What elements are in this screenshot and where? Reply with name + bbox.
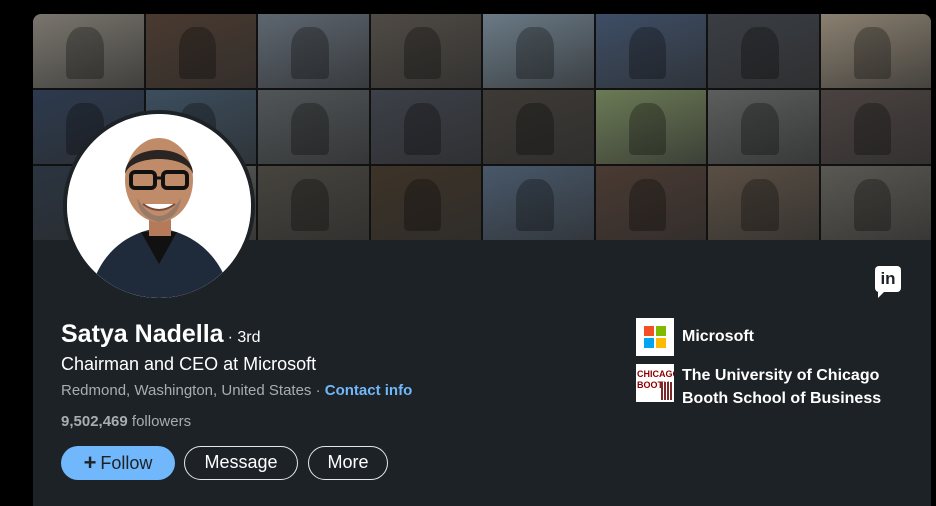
message-button[interactable]: Message — [184, 446, 298, 480]
banner-photo-tile — [820, 166, 931, 240]
banner-photo-tile — [820, 14, 931, 88]
logo-square-green — [656, 326, 666, 336]
follow-label: Follow — [100, 453, 153, 473]
separator-dot: · — [315, 382, 321, 399]
logo-square-blue — [644, 338, 654, 348]
banner-photo-tile — [370, 90, 481, 164]
banner-photo-tile — [595, 90, 706, 164]
profile-name: Satya Nadella — [61, 320, 224, 348]
logo-text-chicago: CHICAGO — [637, 369, 674, 379]
chicago-booth-logo: CHICAGO BOOTH — [636, 364, 674, 402]
current-company[interactable]: Microsoft — [636, 318, 754, 356]
plus-icon: + — [83, 450, 97, 475]
profile-card: in Satya Nadella · 3rd Chairman and CEO a… — [33, 14, 931, 506]
more-button[interactable]: More — [308, 446, 388, 480]
banner-photo-tile — [370, 14, 481, 88]
banner-photo-tile — [258, 90, 369, 164]
linkedin-icon: in — [875, 266, 901, 298]
contact-info-link[interactable]: Contact info — [325, 382, 413, 399]
logo-square-red — [644, 326, 654, 336]
logo-building — [661, 382, 673, 400]
school-name: The University of Chicago Booth School o… — [682, 367, 882, 407]
banner-photo-tile — [33, 14, 144, 88]
connection-degree: · 3rd — [227, 329, 261, 346]
profile-headline: Chairman and CEO at Microsoft — [61, 354, 317, 374]
followers-label: followers — [131, 413, 192, 430]
banner-photo-tile — [258, 166, 369, 240]
banner-photo-tile — [595, 166, 706, 240]
location-row: Redmond, Washington, United States · Con… — [61, 382, 412, 399]
followers-count: 9,502,469 followers — [61, 413, 191, 430]
banner-photo-tile — [145, 14, 256, 88]
profile-avatar[interactable] — [63, 110, 255, 302]
banner-photo-tile — [708, 14, 819, 88]
microsoft-logo — [636, 318, 674, 356]
logo-square-yellow — [656, 338, 666, 348]
banner-photo-tile — [708, 90, 819, 164]
banner-photo-tile — [708, 166, 819, 240]
banner-photo-tile — [258, 14, 369, 88]
name-row: Satya Nadella · 3rd — [61, 320, 261, 349]
education-school[interactable]: CHICAGO BOOTH The University of Chicago … — [636, 364, 897, 410]
banner-photo-tile — [483, 90, 594, 164]
profile-location: Redmond, Washington, United States — [61, 382, 312, 399]
banner-photo-tile — [595, 14, 706, 88]
followers-number: 9,502,469 — [61, 413, 128, 430]
banner-photo-tile — [483, 14, 594, 88]
banner-photo-tile — [820, 90, 931, 164]
banner-photo-tile — [370, 166, 481, 240]
company-name: Microsoft — [682, 328, 754, 345]
follow-button[interactable]: + Follow — [61, 446, 175, 480]
banner-photo-tile — [483, 166, 594, 240]
